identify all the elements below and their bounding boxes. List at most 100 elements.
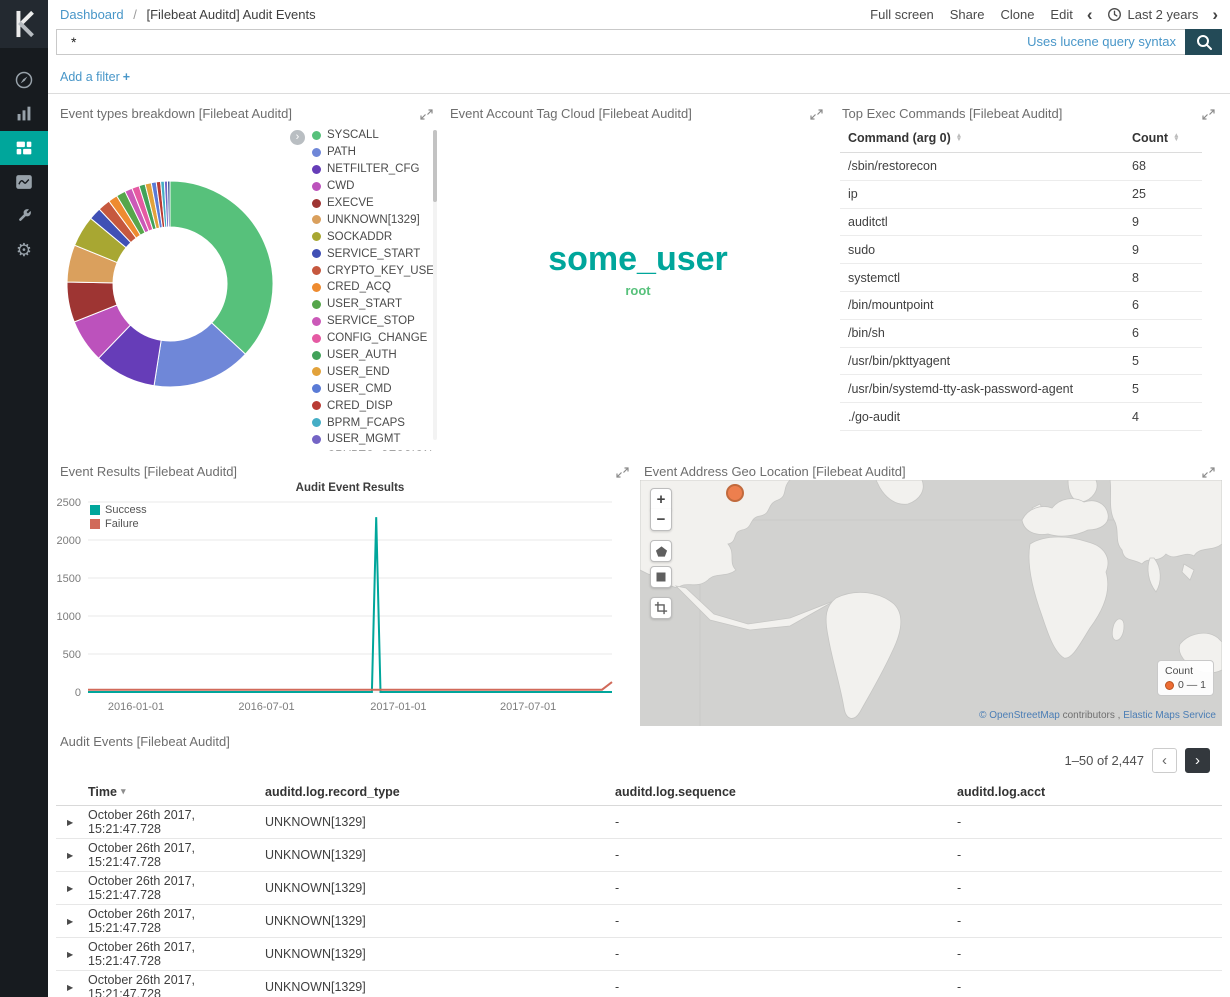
legend-item-service-stop[interactable]: SERVICE_STOP xyxy=(312,313,434,330)
exec-command-cell[interactable]: /usr/bin/systemd-tty-ask-password-agent xyxy=(840,382,1132,396)
exec-count-cell[interactable]: 9 xyxy=(1132,215,1202,229)
draw-polygon-button[interactable] xyxy=(650,540,672,562)
legend-dot xyxy=(312,334,321,343)
legend-item-netfilter-cfg[interactable]: NETFILTER_CFG xyxy=(312,161,434,178)
zoom-out-button[interactable]: − xyxy=(650,509,672,531)
legend-item-bprm-fcaps[interactable]: BPRM_FCAPS xyxy=(312,414,434,431)
sidebar-item-visualize[interactable] xyxy=(0,97,48,131)
add-filter-button[interactable]: Add a filter+ xyxy=(60,70,130,84)
tag-root[interactable]: root xyxy=(625,284,650,297)
legend-item-user-auth[interactable]: USER_AUTH xyxy=(312,347,434,364)
exec-command-cell[interactable]: ip xyxy=(840,187,1132,201)
expand-icon[interactable] xyxy=(420,108,433,121)
exec-count-cell[interactable]: 4 xyxy=(1132,410,1202,424)
geo-map[interactable]: + − Count 0 — 1 © OpenStreetMap contribu… xyxy=(640,480,1222,726)
legend-item-cred-acq[interactable]: CRED_ACQ xyxy=(312,279,434,296)
legend-item-user-mgmt[interactable]: USER_MGMT xyxy=(312,431,434,448)
time-forward-button[interactable]: › xyxy=(1212,6,1218,23)
sidebar-item-dashboard[interactable] xyxy=(0,131,48,165)
audit-table-row[interactable]: ▶October 26th 2017, 15:21:47.728UNKNOWN[… xyxy=(56,872,1222,905)
search-button[interactable] xyxy=(1185,29,1222,55)
exec-count-cell[interactable]: 6 xyxy=(1132,298,1202,312)
audit-table-row[interactable]: ▶October 26th 2017, 15:21:47.728UNKNOWN[… xyxy=(56,971,1222,997)
draw-rectangle-button[interactable] xyxy=(650,566,672,588)
sidebar-item-dev-tools[interactable] xyxy=(0,199,48,233)
exec-count-cell[interactable]: 9 xyxy=(1132,243,1202,257)
map-attribution: © OpenStreetMap contributors , Elastic M… xyxy=(979,710,1216,721)
sidebar-item-timelion[interactable] xyxy=(0,165,48,199)
row-expand-icon[interactable]: ▶ xyxy=(56,950,88,959)
legend-item-cred-disp[interactable]: CRED_DISP xyxy=(312,397,434,414)
legend-item-execve[interactable]: EXECVE xyxy=(312,195,434,212)
attribution-link-openstreetmap[interactable]: © OpenStreetMap xyxy=(979,710,1060,721)
expand-icon[interactable] xyxy=(1202,108,1215,121)
row-expand-icon[interactable]: ▶ xyxy=(56,917,88,926)
exec-command-cell[interactable]: /usr/bin/pkttyagent xyxy=(840,354,1132,368)
sidebar-item-management[interactable]: ⚙ xyxy=(0,233,48,267)
exec-count-cell[interactable]: 25 xyxy=(1132,187,1202,201)
exec-count-cell[interactable]: 6 xyxy=(1132,326,1202,340)
donut-slice-syscall[interactable] xyxy=(170,181,273,354)
column-header-acct[interactable]: auditd.log.acct xyxy=(957,785,1222,799)
exec-command-cell[interactable]: ./go-audit xyxy=(840,410,1132,424)
column-header-time[interactable]: Time ▾ xyxy=(88,785,265,799)
legend-item-sockaddr[interactable]: SOCKADDR xyxy=(312,228,434,245)
column-header-count[interactable]: Count ▲▼ xyxy=(1132,131,1202,145)
zoom-in-button[interactable]: + xyxy=(650,488,672,510)
exec-command-cell[interactable]: systemctl xyxy=(840,271,1132,285)
exec-command-cell[interactable]: /bin/sh xyxy=(840,326,1132,340)
legend-item-config-change[interactable]: CONFIG_CHANGE xyxy=(312,330,434,347)
row-expand-icon[interactable]: ▶ xyxy=(56,818,88,827)
action-edit[interactable]: Edit xyxy=(1050,7,1072,22)
lucene-syntax-link[interactable]: Uses lucene query syntax xyxy=(1027,34,1176,49)
legend-item-crypto-key-user[interactable]: CRYPTO_KEY_USER xyxy=(312,262,434,279)
exec-command-cell[interactable]: /sbin/restorecon xyxy=(840,159,1132,173)
scrollbar-thumb[interactable] xyxy=(433,130,437,202)
action-full-screen[interactable]: Full screen xyxy=(870,7,934,22)
time-picker-button[interactable]: Last 2 years xyxy=(1107,7,1199,22)
attribution-link-elastic-maps-service[interactable]: Elastic Maps Service xyxy=(1123,710,1216,721)
legend-item-syscall[interactable]: SYSCALL xyxy=(312,127,434,144)
previous-page-button[interactable]: ‹ xyxy=(1152,748,1177,773)
breadcrumb-dashboard[interactable]: Dashboard xyxy=(60,7,124,22)
audit-table-row[interactable]: ▶October 26th 2017, 15:21:47.728UNKNOWN[… xyxy=(56,905,1222,938)
action-share[interactable]: Share xyxy=(950,7,985,22)
column-header-record-type[interactable]: auditd.log.record_type xyxy=(265,785,615,799)
legend-item-crypto-session[interactable]: CRYPTO_SESSION xyxy=(312,448,434,451)
next-page-button[interactable]: › xyxy=(1185,748,1210,773)
tag-some-user[interactable]: some_user xyxy=(548,242,728,276)
audit-table-row[interactable]: ▶October 26th 2017, 15:21:47.728UNKNOWN[… xyxy=(56,806,1222,839)
exec-count-cell[interactable]: 5 xyxy=(1132,354,1202,368)
legend-item-service-start[interactable]: SERVICE_START xyxy=(312,245,434,262)
row-expand-icon[interactable]: ▶ xyxy=(56,851,88,860)
geo-marker[interactable] xyxy=(726,484,744,502)
action-clone[interactable]: Clone xyxy=(1000,7,1034,22)
sidebar-item-discover[interactable] xyxy=(0,63,48,97)
audit-table-row[interactable]: ▶October 26th 2017, 15:21:47.728UNKNOWN[… xyxy=(56,938,1222,971)
expand-icon[interactable] xyxy=(810,108,823,121)
exec-command-cell[interactable]: auditctl xyxy=(840,215,1132,229)
row-expand-icon[interactable]: ▶ xyxy=(56,983,88,992)
legend-item-user-end[interactable]: USER_END xyxy=(312,363,434,380)
column-header-sequence[interactable]: auditd.log.sequence xyxy=(615,785,957,799)
legend-item-cwd[interactable]: CWD xyxy=(312,178,434,195)
exec-count-cell[interactable]: 5 xyxy=(1132,382,1202,396)
legend-toggle-button[interactable]: › xyxy=(290,130,305,145)
legend-scrollbar[interactable] xyxy=(433,130,437,440)
legend-item-user-start[interactable]: USER_START xyxy=(312,296,434,313)
time-back-button[interactable]: ‹ xyxy=(1087,6,1093,23)
exec-count-cell[interactable]: 8 xyxy=(1132,271,1202,285)
exec-command-cell[interactable]: sudo xyxy=(840,243,1132,257)
expand-icon[interactable] xyxy=(1202,466,1215,479)
kibana-logo[interactable] xyxy=(0,0,48,48)
legend-item-unknown-1329[interactable]: UNKNOWN[1329] xyxy=(312,211,434,228)
row-expand-icon[interactable]: ▶ xyxy=(56,884,88,893)
legend-item-user-cmd[interactable]: USER_CMD xyxy=(312,380,434,397)
audit-cell-1: UNKNOWN[1329] xyxy=(265,914,615,928)
legend-item-path[interactable]: PATH xyxy=(312,144,434,161)
crop-bounds-button[interactable] xyxy=(650,597,672,619)
exec-command-cell[interactable]: /bin/mountpoint xyxy=(840,298,1132,312)
audit-table-row[interactable]: ▶October 26th 2017, 15:21:47.728UNKNOWN[… xyxy=(56,839,1222,872)
exec-count-cell[interactable]: 68 xyxy=(1132,159,1202,173)
column-header-command[interactable]: Command (arg 0) ▲▼ xyxy=(840,131,1132,145)
